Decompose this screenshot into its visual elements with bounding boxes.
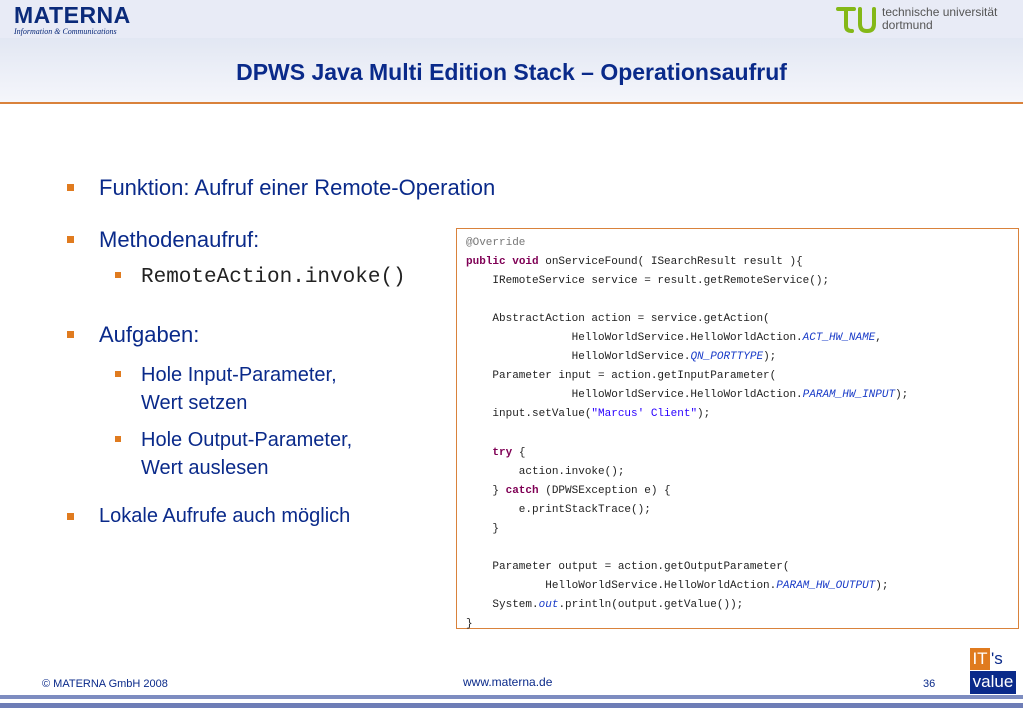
code-line: } (466, 522, 500, 535)
code-keyword: public (466, 256, 506, 269)
bullet-funktion: Funktion: Aufruf einer Remote-Operation (99, 175, 496, 200)
code-line: onServiceFound( ISearchResult result ){ (538, 256, 803, 269)
top-bar: MATERNA Information & Communications tec… (0, 0, 1023, 38)
code-line: } (466, 617, 473, 630)
its-value-logo: IT 's value (970, 648, 1016, 694)
code-line: AbstractAction action = service.getActio… (466, 313, 770, 326)
sub-bullet-marker (115, 272, 121, 278)
code-line: input.setValue( (466, 408, 592, 421)
tu-logo-icon (836, 7, 876, 34)
bullet-lokale-aufrufe: Lokale Aufrufe auch möglich (99, 505, 351, 527)
footer-url[interactable]: www.materna.de (463, 675, 552, 689)
code-listing: @Override public void onServiceFound( IS… (456, 228, 1019, 630)
code-line: Parameter output = action.getOutputParam… (466, 560, 790, 573)
code-line: action.invoke(); (466, 465, 625, 478)
code-keyword: void (512, 256, 539, 269)
page-number: 36 (923, 678, 936, 690)
code-string: "Marcus' Client" (591, 408, 698, 421)
code-constant: PARAM_HW_OUTPUT (776, 579, 876, 592)
code-keyword: catch (505, 484, 539, 497)
code-constant: out (538, 598, 559, 611)
code-line: IRemoteService service = result.getRemot… (466, 275, 830, 288)
its-value-s: 's (991, 648, 1016, 670)
code-constant: QN_PORTTYPE (690, 351, 764, 364)
code-line: , (875, 332, 882, 345)
footer-copyright: © MATERNA GmbH 2008 (42, 678, 168, 690)
code-line: } (466, 484, 506, 497)
code-line: e.printStackTrace(); (466, 503, 651, 516)
tu-line2: dortmund (882, 18, 933, 32)
sub-bullet-input-l1: Hole Input-Parameter, (141, 364, 337, 386)
code-constant: PARAM_HW_INPUT (802, 389, 896, 402)
code-line: ); (763, 351, 777, 364)
code-line: { (512, 446, 526, 459)
bullet-aufgaben: Aufgaben: (99, 322, 200, 347)
bullet-marker (67, 331, 74, 338)
code-line: HelloWorldService.HelloWorldAction. (466, 579, 777, 592)
materna-logo-text: MATERNA (14, 2, 131, 28)
sub-bullet-output-l1: Hole Output-Parameter, (141, 429, 353, 451)
sub-bullet-input-l2: Wert setzen (141, 392, 248, 414)
code-line: Parameter input = action.getInputParamet… (466, 370, 777, 383)
footer-divider (0, 695, 1023, 699)
sub-bullet-marker (115, 436, 121, 442)
slide-title: DPWS Java Multi Edition Stack – Operatio… (236, 59, 787, 85)
code-annotation: @Override (466, 237, 526, 249)
code-line: System. (466, 598, 539, 611)
tu-logo-text: technische universität dortmund (882, 6, 997, 32)
code-constant: ACT_HW_NAME (802, 332, 876, 345)
code-line: HelloWorldService.HelloWorldAction. (466, 332, 803, 345)
code-line: ); (895, 389, 909, 402)
code-keyword: try (492, 446, 513, 459)
code-line: HelloWorldService. (466, 351, 691, 364)
materna-logo: MATERNA Information & Communications (14, 3, 131, 36)
bullet-marker (67, 513, 74, 520)
bullet-methodenaufruf: Methodenaufruf: (99, 227, 260, 252)
code-line: .println(output.getValue()); (558, 598, 744, 611)
code-line: ); (875, 579, 889, 592)
bullet-marker (67, 184, 74, 191)
sub-bullet-invoke: RemoteAction.invoke() (141, 266, 406, 289)
sub-bullet-marker (115, 371, 121, 377)
code-line: ); (697, 408, 711, 421)
its-value-it: IT (970, 648, 990, 670)
sub-bullet-output-l2: Wert auslesen (141, 457, 269, 479)
code-text: @Override public void onServiceFound( IS… (466, 234, 908, 634)
code-line: HelloWorldService.HelloWorldAction. (466, 389, 803, 402)
bullet-marker (67, 236, 74, 243)
footer-band (0, 703, 1023, 708)
code-line: (DPWSException e) { (538, 484, 671, 497)
materna-logo-subtitle: Information & Communications (14, 27, 117, 36)
its-value-value: value (970, 671, 1016, 694)
